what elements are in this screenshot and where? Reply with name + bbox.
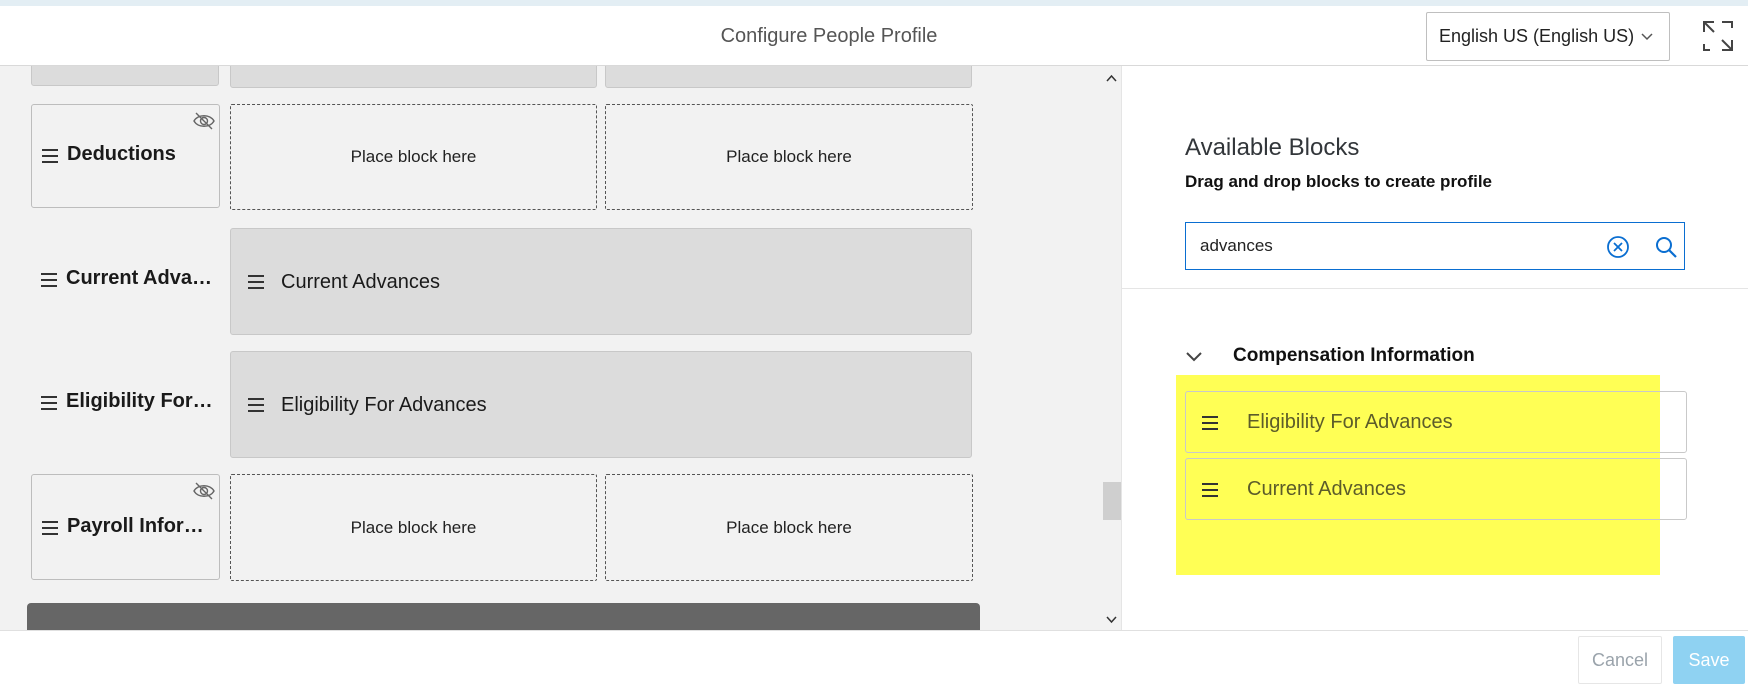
group-title: Compensation Information <box>1233 345 1475 366</box>
current-advances-block[interactable]: Current Advances <box>230 228 972 335</box>
drop-zone-label: Place block here <box>726 518 852 537</box>
row-payroll-information[interactable]: Payroll Infor… <box>31 474 220 580</box>
search-field[interactable] <box>1185 222 1685 270</box>
partial-row-label <box>31 66 219 86</box>
section-header-bar[interactable] <box>27 603 980 630</box>
available-block-current-advances[interactable]: Current Advances <box>1185 458 1687 520</box>
chevron-down-icon[interactable] <box>1184 346 1204 366</box>
drag-handle-icon[interactable] <box>41 273 57 287</box>
language-select-value: English US (English US) <box>1439 26 1635 46</box>
drop-zone-label: Place block here <box>350 147 477 166</box>
drag-handle-icon[interactable] <box>248 275 264 289</box>
row-label-eligibility: Eligibility For… <box>66 390 213 412</box>
panel-subtitle: Drag and drop blocks to create profile <box>1185 172 1493 191</box>
clear-icon[interactable] <box>1606 235 1630 259</box>
partial-block <box>230 66 597 88</box>
language-select[interactable]: English US (English US) <box>1426 12 1670 61</box>
eye-slash-icon[interactable] <box>193 481 215 501</box>
row-label: Deductions <box>67 143 176 165</box>
drag-handle-icon[interactable] <box>1202 483 1218 497</box>
drop-zone-label: Place block here <box>726 147 852 166</box>
footer: Cancel Save <box>0 630 1748 684</box>
drop-zone-label: Place block here <box>350 518 477 537</box>
block-drop-zone[interactable]: Place block here <box>230 474 597 581</box>
fullscreen-icon[interactable] <box>1700 18 1736 54</box>
row-label: Payroll Infor… <box>67 515 204 537</box>
divider <box>1122 288 1748 289</box>
profile-canvas: Deductions Place block here Place block … <box>0 66 1102 630</box>
cancel-button[interactable]: Cancel <box>1578 636 1662 684</box>
block-drop-zone[interactable]: Place block here <box>230 104 597 210</box>
scroll-up-icon[interactable] <box>1105 72 1118 85</box>
block-label: Current Advances <box>281 271 440 293</box>
chevron-down-icon <box>1641 33 1653 41</box>
scroll-thumb[interactable] <box>1103 482 1121 520</box>
eye-slash-icon[interactable] <box>193 111 215 131</box>
search-input[interactable] <box>1200 223 1580 269</box>
canvas-scrollbar[interactable] <box>1102 66 1121 630</box>
row-label-current-advances: Current Adva… <box>66 267 212 289</box>
scroll-down-icon[interactable] <box>1105 613 1118 626</box>
panel-title: Available Blocks <box>1185 134 1360 161</box>
block-drop-zone[interactable]: Place block here <box>605 104 973 210</box>
page-title: Configure People Profile <box>720 25 938 47</box>
header: Configure People Profile English US (Eng… <box>0 6 1748 66</box>
drag-handle-icon[interactable] <box>42 149 58 163</box>
block-drop-zone[interactable]: Place block here <box>605 474 973 581</box>
drag-handle-icon[interactable] <box>1202 416 1218 430</box>
block-label: Eligibility For Advances <box>281 394 487 416</box>
save-button[interactable]: Save <box>1673 636 1745 684</box>
row-deductions[interactable]: Deductions <box>31 104 220 208</box>
search-icon[interactable] <box>1654 235 1678 259</box>
drag-handle-icon[interactable] <box>248 398 264 412</box>
eligibility-for-advances-block[interactable]: Eligibility For Advances <box>230 351 972 458</box>
drag-handle-icon[interactable] <box>41 396 57 410</box>
available-block-label: Eligibility For Advances <box>1247 411 1453 433</box>
partial-block <box>605 66 972 88</box>
drag-handle-icon[interactable] <box>42 521 58 535</box>
available-block-label: Current Advances <box>1247 478 1406 500</box>
available-blocks-panel: Available Blocks Drag and drop blocks to… <box>1121 66 1748 630</box>
available-block-eligibility-for-advances[interactable]: Eligibility For Advances <box>1185 391 1687 453</box>
